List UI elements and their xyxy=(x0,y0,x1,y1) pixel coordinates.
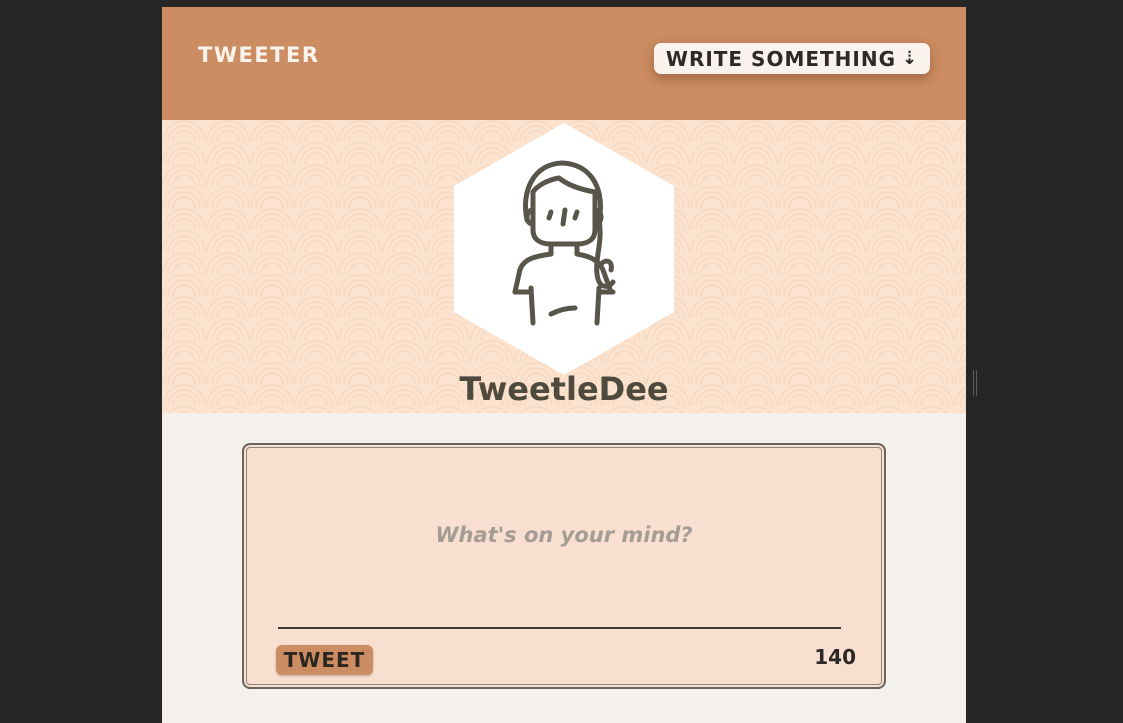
char-counter: 140 xyxy=(814,645,856,669)
profile-banner: TweetleDee xyxy=(162,120,966,413)
tweet-button[interactable]: TWEET xyxy=(276,645,373,675)
compose-divider xyxy=(278,627,841,629)
write-something-button[interactable]: WRITE SOMETHING ⇣ xyxy=(654,43,930,74)
compose-input[interactable] xyxy=(272,505,856,565)
profile-username: TweetleDee xyxy=(459,370,669,408)
write-something-label: WRITE SOMETHING xyxy=(665,46,897,71)
scrollbar-handle[interactable] xyxy=(973,370,977,396)
arrow-down-icon: ⇣ xyxy=(902,47,919,69)
app-page: TWEETER WRITE SOMETHING ⇣ TweetleDee Wha… xyxy=(162,7,966,723)
woman-avatar-icon xyxy=(512,160,616,326)
brand-logo[interactable]: TWEETER xyxy=(198,43,320,67)
header-bar: TWEETER WRITE SOMETHING ⇣ xyxy=(162,7,966,120)
compose-card: TWEET 140 xyxy=(242,443,886,689)
avatar-hexagon xyxy=(454,123,674,375)
